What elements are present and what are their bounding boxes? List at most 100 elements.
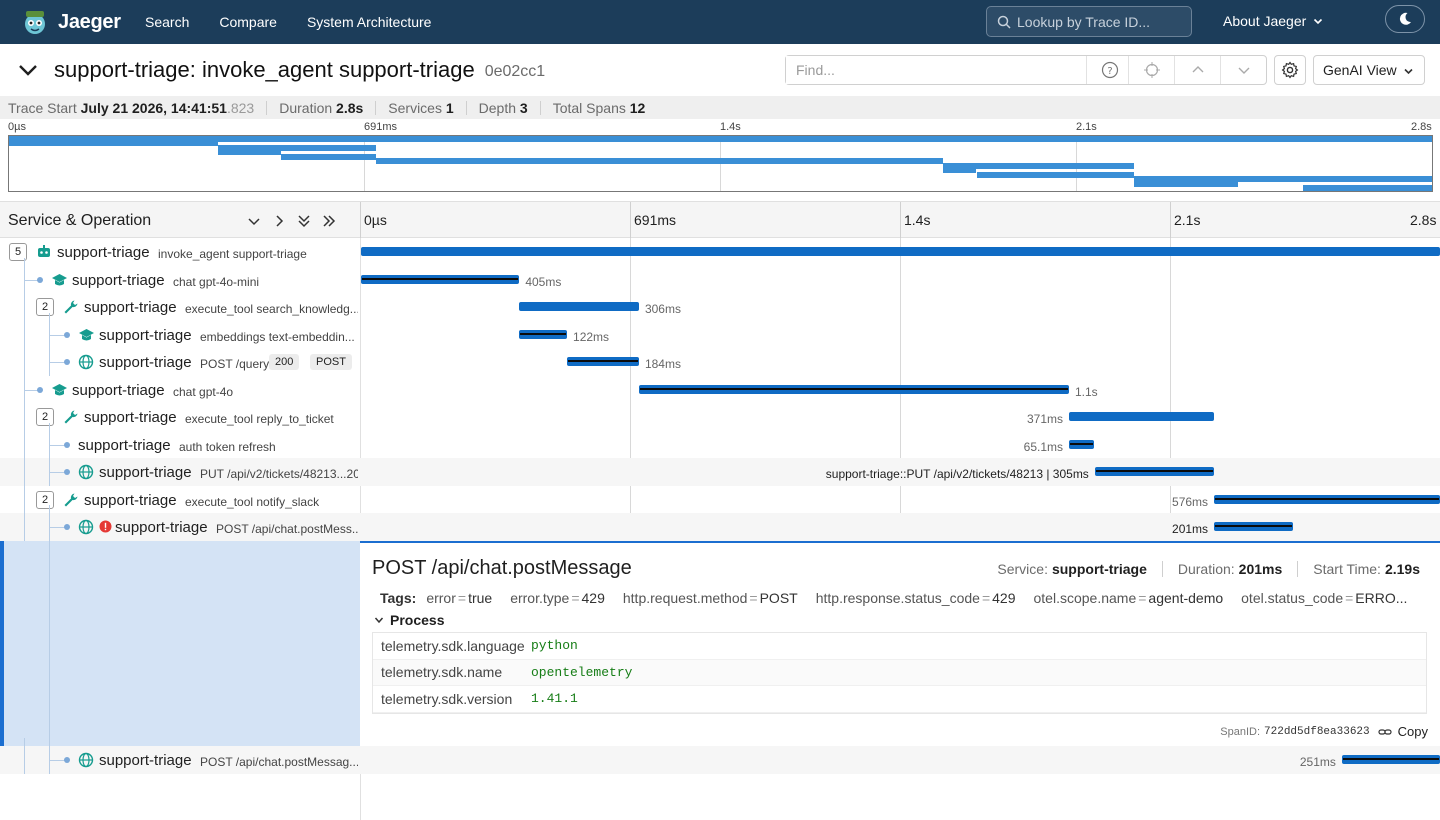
span-bar[interactable] bbox=[1094, 467, 1215, 476]
services-label: Services bbox=[388, 99, 442, 116]
span-service: support-triage bbox=[72, 381, 165, 399]
find-help-button[interactable]: ? bbox=[1086, 56, 1132, 84]
error-icon bbox=[99, 520, 115, 536]
next-match-button[interactable] bbox=[1220, 56, 1266, 84]
span-bar[interactable] bbox=[361, 247, 1440, 256]
trace-minimap[interactable]: 0µs 691ms 1.4s 2.1s 2.8s bbox=[0, 119, 1440, 199]
search-icon bbox=[997, 15, 1011, 29]
link-icon bbox=[1378, 728, 1392, 735]
span-bar[interactable] bbox=[519, 329, 568, 339]
span-bar[interactable] bbox=[361, 274, 520, 284]
child-count-badge[interactable]: 2 bbox=[36, 298, 54, 316]
globe-icon bbox=[78, 752, 94, 768]
span-bar[interactable] bbox=[1214, 494, 1440, 504]
span-row[interactable]: support-triage POST /api/chat.postMess...… bbox=[0, 505, 1440, 541]
span-bar[interactable] bbox=[567, 357, 639, 366]
span-bar[interactable] bbox=[1068, 412, 1215, 421]
duration-label: Duration bbox=[279, 99, 333, 116]
chevron-up-icon bbox=[1192, 66, 1203, 73]
minimap-span-bar bbox=[976, 171, 1134, 178]
span-service: support-triage bbox=[115, 519, 208, 536]
collapse-one-button[interactable] bbox=[246, 213, 262, 229]
span-bar[interactable] bbox=[1068, 439, 1095, 449]
tree-node-dot bbox=[64, 524, 70, 530]
jaeger-logo[interactable]: Jaeger bbox=[20, 7, 130, 37]
expand-one-button[interactable] bbox=[271, 213, 287, 229]
span-row[interactable]: support-triage embeddings text-embeddin..… bbox=[0, 312, 1440, 349]
minimap-span-bar bbox=[9, 136, 1432, 142]
locate-span-button[interactable] bbox=[1128, 56, 1174, 84]
nav-system-architecture[interactable]: System Architecture bbox=[307, 14, 432, 30]
span-duration-label: 405ms bbox=[525, 274, 562, 289]
timeline-header: Service & Operation 0µs 691ms 1.4s 2.1s … bbox=[0, 201, 1440, 239]
span-row[interactable]: support-triage POST /api/chat.postMessag.… bbox=[0, 738, 1440, 774]
trace-id-input[interactable] bbox=[1017, 13, 1187, 30]
span-bar[interactable] bbox=[638, 384, 1069, 394]
span-operation: auth token refresh bbox=[179, 439, 276, 454]
span-bar[interactable] bbox=[1214, 522, 1293, 531]
span-row[interactable]: support-triage chat gpt-4o 1.1s bbox=[0, 367, 1440, 404]
span-service: support-triage bbox=[72, 271, 165, 289]
detail-duration-label: Duration: bbox=[1177, 561, 1235, 577]
find-input[interactable] bbox=[786, 56, 1086, 84]
span-row[interactable]: support-triage PUT /api/v2/tickets/48213.… bbox=[0, 450, 1440, 486]
detail-content: POST /api/chat.postMessage Service: supp… bbox=[360, 541, 1440, 746]
theme-toggle[interactable] bbox=[1385, 5, 1425, 33]
trace-id: 0e02cc1 bbox=[484, 62, 546, 80]
span-row[interactable]: support-triage auth token refresh 65.1ms bbox=[0, 422, 1440, 459]
tree-controls bbox=[246, 213, 337, 229]
span-row[interactable]: 2 support-triage execute_tool search_knowl… bbox=[0, 285, 1440, 321]
span-operation: chat gpt-4o bbox=[173, 384, 234, 399]
span-detail-panel: POST /api/chat.postMessage Service: supp… bbox=[0, 541, 1440, 746]
span-row[interactable]: 2 support-triage execute_tool notify_slack… bbox=[0, 477, 1440, 514]
detail-duration: 201ms bbox=[1238, 561, 1283, 577]
expand-all-button[interactable] bbox=[321, 213, 337, 229]
span-service: support-triage bbox=[99, 326, 192, 344]
top-nav: Jaeger Search Compare System Architectur… bbox=[0, 0, 1440, 44]
total-spans-label: Total Spans bbox=[552, 99, 626, 116]
jaeger-mascot-icon bbox=[20, 7, 50, 37]
copy-span-id-button[interactable]: Copy bbox=[1398, 724, 1428, 739]
tags-label: Tags: bbox=[380, 590, 417, 606]
minimap-tick: 2.1s bbox=[1076, 121, 1097, 133]
view-selector[interactable]: GenAI View bbox=[1313, 55, 1425, 85]
globe-icon bbox=[78, 464, 94, 480]
detail-tags[interactable]: Tags: error = true error.type = 429 http.reque… bbox=[374, 590, 1424, 606]
nav-search[interactable]: Search bbox=[145, 14, 189, 30]
span-duration-label: support-triage::PUT /api/v2/tickets/4821… bbox=[825, 467, 1089, 481]
span-row[interactable]: 2 support-triage execute_tool reply_to_tic… bbox=[0, 395, 1440, 431]
graduation-cap-icon bbox=[51, 382, 67, 398]
collapse-all-button[interactable] bbox=[296, 213, 312, 229]
prev-match-button[interactable] bbox=[1174, 56, 1220, 84]
minimap-canvas[interactable] bbox=[8, 135, 1433, 192]
process-toggle[interactable]: Process bbox=[374, 612, 444, 628]
span-operation: execute_tool reply_to_ticket bbox=[185, 412, 334, 426]
span-service: support-triage bbox=[84, 299, 177, 316]
timeline-tick: 2.1s bbox=[1174, 212, 1201, 228]
span-duration-label: 1.1s bbox=[1074, 384, 1098, 399]
span-operation: execute_tool notify_slack bbox=[185, 494, 320, 509]
tree-node-dot bbox=[37, 386, 43, 393]
detail-service-label: Service: bbox=[997, 561, 1048, 577]
collapse-trace-button[interactable] bbox=[16, 58, 40, 82]
span-row[interactable]: support-triage POST /query 200 POST 184ms bbox=[0, 340, 1440, 376]
span-duration-label: 122ms bbox=[573, 329, 610, 344]
span-row[interactable]: 5 support-triage invoke_agent support-tria… bbox=[0, 238, 1440, 266]
minimap-span-bar bbox=[1302, 185, 1432, 191]
span-duration-label: 184ms bbox=[644, 357, 681, 371]
trace-stats: Trace Start July 21 2026, 14:41:51.823 D… bbox=[0, 96, 1440, 119]
span-row[interactable]: support-triage chat gpt-4o-mini 405ms bbox=[0, 257, 1440, 294]
span-bar[interactable] bbox=[519, 302, 639, 311]
help-icon: ? bbox=[1101, 61, 1118, 79]
span-bar[interactable] bbox=[1341, 755, 1440, 764]
nav-compare[interactable]: Compare bbox=[219, 14, 277, 30]
robot-icon bbox=[36, 244, 52, 260]
span-service: support-triage bbox=[84, 491, 177, 509]
child-count-badge[interactable]: 2 bbox=[36, 490, 54, 509]
about-jaeger-menu[interactable]: About Jaeger bbox=[1223, 13, 1324, 29]
chevron-down-icon bbox=[374, 617, 384, 624]
span-operation: POST /query bbox=[200, 357, 270, 371]
globe-icon bbox=[78, 354, 94, 370]
settings-button[interactable] bbox=[1274, 55, 1306, 85]
child-count-badge[interactable]: 2 bbox=[36, 408, 54, 426]
